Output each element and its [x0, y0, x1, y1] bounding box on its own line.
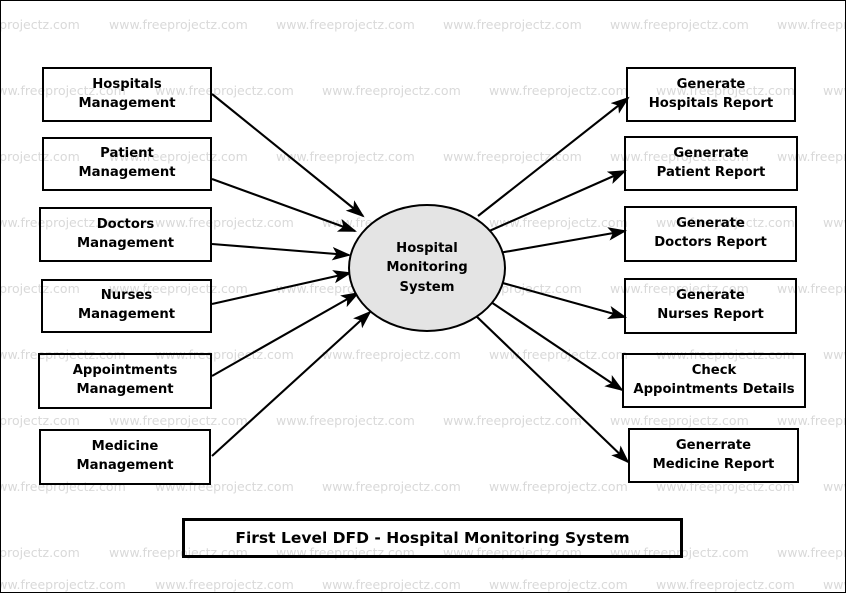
flow-process-to-generate-patient-report: [486, 170, 627, 233]
node-label: Hospitals Management: [78, 76, 176, 111]
dfd-canvas: www.freeprojectz.com www.freeprojectz.com…: [0, 0, 846, 593]
flow-process-to-check-appointments-details: [484, 297, 624, 392]
watermark-text: www.freeprojectz.com: [823, 479, 845, 494]
flow-medicine-management-to-process: [211, 310, 372, 457]
watermark-text: www.freeprojectz.com: [276, 17, 415, 32]
node-label: Doctors Management: [76, 216, 175, 251]
node-doctors-management[interactable]: Doctors Management: [39, 207, 212, 262]
watermark-text: www.freeprojectz.com: [610, 17, 749, 32]
diagram-caption-box: First Level DFD - Hospital Monitoring Sy…: [182, 518, 683, 558]
flow-nurses-management-to-process: [211, 270, 353, 306]
watermark-text: www.freeprojectz.com: [489, 215, 628, 230]
node-generate-nurses-report[interactable]: Generate Nurses Report: [624, 278, 797, 334]
watermark-text: www.freeprojectz.com: [0, 413, 80, 428]
watermark-text: www.freeprojectz.com: [322, 479, 461, 494]
node-label: Generrate Medicine Report: [652, 437, 775, 472]
flow-hospitals-management-to-process: [211, 93, 365, 218]
node-appointments-management[interactable]: Appointments Management: [38, 353, 212, 409]
node-label: Patient Management: [78, 146, 176, 180]
node-label: Generate Hospitals Report: [648, 76, 774, 111]
node-label: Medicine Management: [76, 439, 174, 473]
watermark-text: www.freeprojectz.com: [443, 413, 582, 428]
watermark-text: www.freeprojectz.com: [777, 17, 846, 32]
watermark-text: www.freeprojectz.com: [155, 577, 294, 592]
watermark-text: www.freeprojectz.com: [443, 17, 582, 32]
flow-process-to-generate-medicine-report: [473, 313, 630, 464]
watermark-text: www.freeprojectz.com: [777, 413, 846, 428]
watermark-text: www.freeprojectz.com: [823, 215, 845, 230]
watermark-text: www.freeprojectz.com: [823, 347, 845, 362]
watermark-text: www.freeprojectz.com: [610, 413, 749, 428]
flow-doctors-management-to-process: [211, 242, 352, 261]
node-generate-patient-report[interactable]: Generrate Patient Report: [624, 136, 798, 191]
flow-process-to-generate-nurses-report: [491, 278, 628, 319]
node-label: Nurses Management: [77, 288, 176, 322]
node-patient-management[interactable]: Patient Management: [42, 137, 212, 191]
process-hospital-monitoring-system[interactable]: Hospital Monitoring System: [348, 204, 506, 332]
watermark-text: www.freeprojectz.com: [322, 577, 461, 592]
watermark-text: www.freeprojectz.com: [109, 413, 248, 428]
watermark-text: www.freeprojectz.com: [0, 17, 80, 32]
flow-process-to-generate-hospitals-report: [477, 96, 630, 217]
watermark-text: www.freeprojectz.com: [777, 545, 846, 560]
node-generate-doctors-report[interactable]: Generate Doctors Report: [624, 206, 797, 262]
node-label: Generrate Patient Report: [656, 145, 766, 180]
node-label: Appointments Management: [72, 363, 178, 397]
flow-process-to-generate-doctors-report: [492, 227, 628, 256]
process-label: Hospital Monitoring System: [386, 241, 468, 295]
watermark-text: www.freeprojectz.com: [489, 479, 628, 494]
watermark-text: www.freeprojectz.com: [489, 347, 628, 362]
watermark-text: www.freeprojectz.com: [322, 83, 461, 98]
watermark-text: www.freeprojectz.com: [823, 577, 845, 592]
watermark-text: www.freeprojectz.com: [656, 577, 795, 592]
diagram-caption-text: First Level DFD - Hospital Monitoring Sy…: [235, 529, 630, 547]
node-check-appointments-details[interactable]: Check Appointments Details: [622, 353, 806, 408]
node-label: Generate Doctors Report: [654, 216, 767, 250]
watermark-text: www.freeprojectz.com: [276, 413, 415, 428]
flow-appointments-management-to-process: [211, 291, 360, 377]
watermark-text: www.freeprojectz.com: [322, 347, 461, 362]
watermark-text: www.freeprojectz.com: [0, 577, 126, 592]
node-hospitals-management[interactable]: Hospitals Management: [42, 67, 212, 122]
watermark-text: www.freeprojectz.com: [0, 545, 80, 560]
watermark-text: www.freeprojectz.com: [489, 83, 628, 98]
node-nurses-management[interactable]: Nurses Management: [41, 279, 212, 333]
watermark-text: www.freeprojectz.com: [109, 17, 248, 32]
watermark-text: www.freeprojectz.com: [823, 83, 845, 98]
node-medicine-management[interactable]: Medicine Management: [39, 429, 211, 485]
watermark-text: www.freeprojectz.com: [443, 149, 582, 164]
flow-patient-management-to-process: [211, 178, 357, 232]
watermark-text: www.freeprojectz.com: [276, 149, 415, 164]
node-generate-medicine-report[interactable]: Generrate Medicine Report: [628, 428, 799, 483]
node-label: Check Appointments Details: [633, 362, 795, 397]
node-generate-hospitals-report[interactable]: Generate Hospitals Report: [626, 67, 796, 122]
node-label: Generate Nurses Report: [657, 288, 764, 322]
watermark-text: www.freeprojectz.com: [489, 577, 628, 592]
